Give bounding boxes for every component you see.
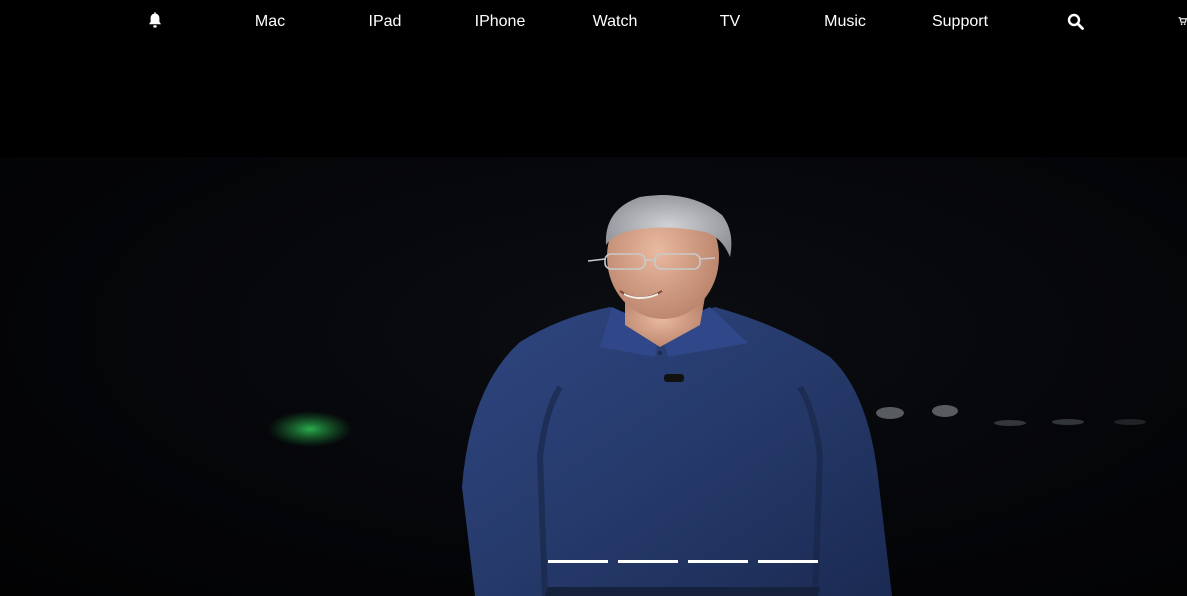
nav-item-watch[interactable]: Watch: [580, 0, 650, 44]
nav-item-label: Mac: [254, 13, 286, 30]
nav-item-label: Music: [824, 13, 866, 30]
carousel-indicator-4[interactable]: [758, 560, 818, 563]
global-nav: Mac IPad IPhone Watch TV Music Support: [0, 0, 1187, 44]
carousel-indicator-3[interactable]: [688, 560, 748, 563]
exit-sign: [268, 411, 352, 447]
nav-item-support[interactable]: Support: [920, 0, 1000, 44]
carousel-indicators: [548, 560, 818, 564]
page: Mac IPad IPhone Watch TV Music Support: [0, 0, 1187, 596]
carousel-indicator-1[interactable]: [548, 560, 608, 563]
hero-carousel[interactable]: [0, 157, 1187, 596]
nav-item-iphone[interactable]: IPhone: [465, 0, 535, 44]
nav-item-label: IPad: [368, 13, 402, 30]
nav-item-music[interactable]: Music: [810, 0, 880, 44]
nav-item-mac[interactable]: Mac: [240, 0, 300, 44]
carousel-indicator-2[interactable]: [618, 560, 678, 563]
nav-item-ipad[interactable]: IPad: [355, 0, 415, 44]
bell-icon[interactable]: [144, 10, 166, 32]
nav-item-tv[interactable]: TV: [705, 0, 755, 44]
nav-item-label: Watch: [592, 13, 638, 30]
hero-photo: [268, 195, 1146, 596]
search-icon[interactable]: [1064, 10, 1086, 32]
nav-item-label: TV: [719, 13, 741, 30]
nav-item-label: IPhone: [474, 13, 526, 30]
cart-icon[interactable]: [1178, 10, 1187, 32]
nav-item-label: Support: [931, 13, 989, 30]
